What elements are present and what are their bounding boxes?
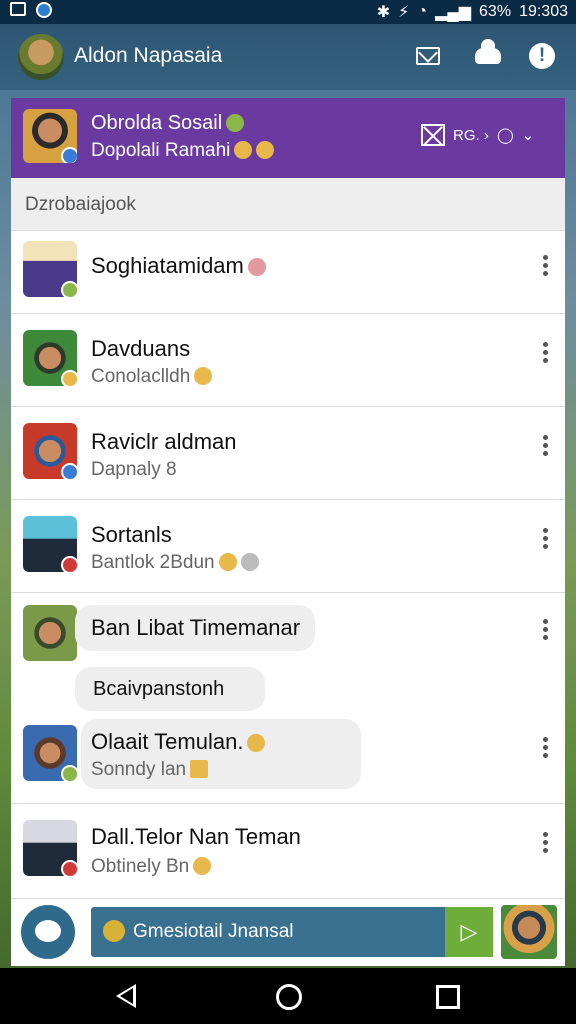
home-icon[interactable] (276, 984, 302, 1010)
featured-actions: RG. › ◯ ⌄ (421, 124, 534, 146)
more-options-icon[interactable] (543, 619, 549, 640)
contact-avatar (23, 330, 77, 386)
featured-avatar (23, 109, 77, 163)
battery-level: 63% (479, 3, 512, 20)
contact-avatar (23, 820, 77, 876)
gift-icon (226, 114, 245, 132)
last-message: Obtinely Bn (91, 856, 212, 878)
chat-row[interactable]: Soghiatamidam (11, 231, 565, 314)
last-message: Conolaclldh (91, 366, 213, 388)
more-options-icon[interactable] (543, 832, 549, 853)
chat-list-card: Obrolda Sosail Dopolali Ramahi RG. › ◯ ⌄… (11, 98, 565, 966)
contact-avatar (23, 605, 77, 661)
chat-bubble-icon (35, 920, 61, 942)
chat-bubble-icon[interactable]: ◯ (497, 126, 514, 144)
last-message: Bantlok 2Bdun (91, 552, 259, 574)
chevron-down-icon[interactable]: ⌄ (522, 126, 535, 144)
message-text: Ban Libat Timemanar (91, 615, 301, 640)
composer-bar: Gmesiotail Jnansal ▷ (11, 898, 565, 966)
contact-avatar (23, 241, 77, 297)
contact-name: Soghiatamidam (91, 253, 266, 279)
section-title: Dzrobaiajook (25, 194, 136, 215)
recent-apps-icon[interactable] (436, 985, 460, 1009)
bluetooth-icon: ✱ (376, 4, 391, 21)
message-text: Bcaivpanstonh (93, 678, 225, 700)
input-placeholder: Gmesiotail Jnansal (133, 921, 294, 942)
contact-avatar (23, 725, 77, 781)
mail-icon[interactable] (414, 42, 442, 70)
contact-name: Olaait Temulan. (91, 729, 266, 755)
featured-sub: Dopolali Ramahi (91, 140, 275, 162)
contact-avatar (23, 516, 77, 572)
profile-avatar[interactable] (18, 34, 64, 80)
navigation-bar (0, 968, 576, 1024)
featured-name: Obrolda Sosail (91, 112, 245, 135)
app-title: Aldon Napasaia (74, 44, 223, 67)
more-options-icon[interactable] (543, 528, 549, 549)
attachment-thumbnail[interactable] (501, 905, 557, 959)
more-options-icon[interactable] (543, 435, 549, 456)
cloud-icon[interactable] (474, 39, 502, 70)
status-bar: ✱ ⚡ ◔ ▂▄▆ 63% 19:303 (0, 0, 576, 24)
contact-name: Sortanls (91, 522, 172, 547)
emoji-icon (240, 553, 259, 571)
featured-action-text: RG. › (453, 126, 489, 144)
message-input[interactable]: Gmesiotail Jnansal (91, 907, 445, 957)
app-bar: Aldon Napasaia ! (0, 24, 576, 90)
wifi-icon: ◔ (417, 3, 428, 20)
trophy-icon (190, 760, 209, 778)
send-button[interactable]: ▷ (445, 907, 493, 957)
more-options-icon[interactable] (543, 342, 549, 363)
more-options-icon[interactable] (543, 255, 549, 276)
more-options-icon[interactable] (543, 737, 549, 758)
chat-row[interactable]: Dall.Telor Nan Teman Obtinely Bn (11, 804, 565, 899)
gallery-icon (10, 2, 26, 16)
featured-chat[interactable]: Obrolda Sosail Dopolali Ramahi RG. › ◯ ⌄ (11, 98, 565, 178)
contact-name: Raviclr aldman (91, 429, 237, 454)
chat-row[interactable]: Sortanls Bantlok 2Bdun (11, 500, 565, 593)
chat-row[interactable]: Ban Libat Timemanar Bcaivpanstonh Olaait… (11, 593, 565, 804)
chat-row[interactable]: Davduans Conolaclldh (11, 314, 565, 407)
signal-icon: ▂▄▆ (435, 4, 472, 21)
clock: 19:303 (519, 3, 568, 20)
app-notification-icon (36, 2, 52, 18)
contact-name: Davduans (91, 336, 191, 361)
close-box-icon[interactable] (421, 124, 445, 146)
emoji-icon (218, 553, 237, 571)
chat-row[interactable]: Raviclr aldman Dapnaly 8 (11, 407, 565, 500)
emoji-icon[interactable] (103, 920, 125, 942)
emoji-icon (247, 734, 266, 752)
chat-button[interactable] (21, 905, 75, 959)
emoji-icon (234, 141, 253, 159)
last-message: Sonndy lan (91, 759, 209, 781)
last-message: Dapnaly 8 (91, 459, 177, 480)
back-icon[interactable] (116, 984, 136, 1008)
contact-avatar (23, 423, 77, 479)
contact-name: Dall.Telor Nan Teman (91, 824, 301, 849)
emoji-icon (247, 258, 266, 276)
emoji-icon (194, 367, 213, 385)
section-header: Dzrobaiajook (11, 178, 565, 231)
emoji-icon (193, 857, 212, 875)
alert-icon[interactable]: ! (528, 42, 556, 70)
vibrate-icon: ⚡ (398, 4, 410, 21)
emoji-icon (256, 141, 275, 159)
